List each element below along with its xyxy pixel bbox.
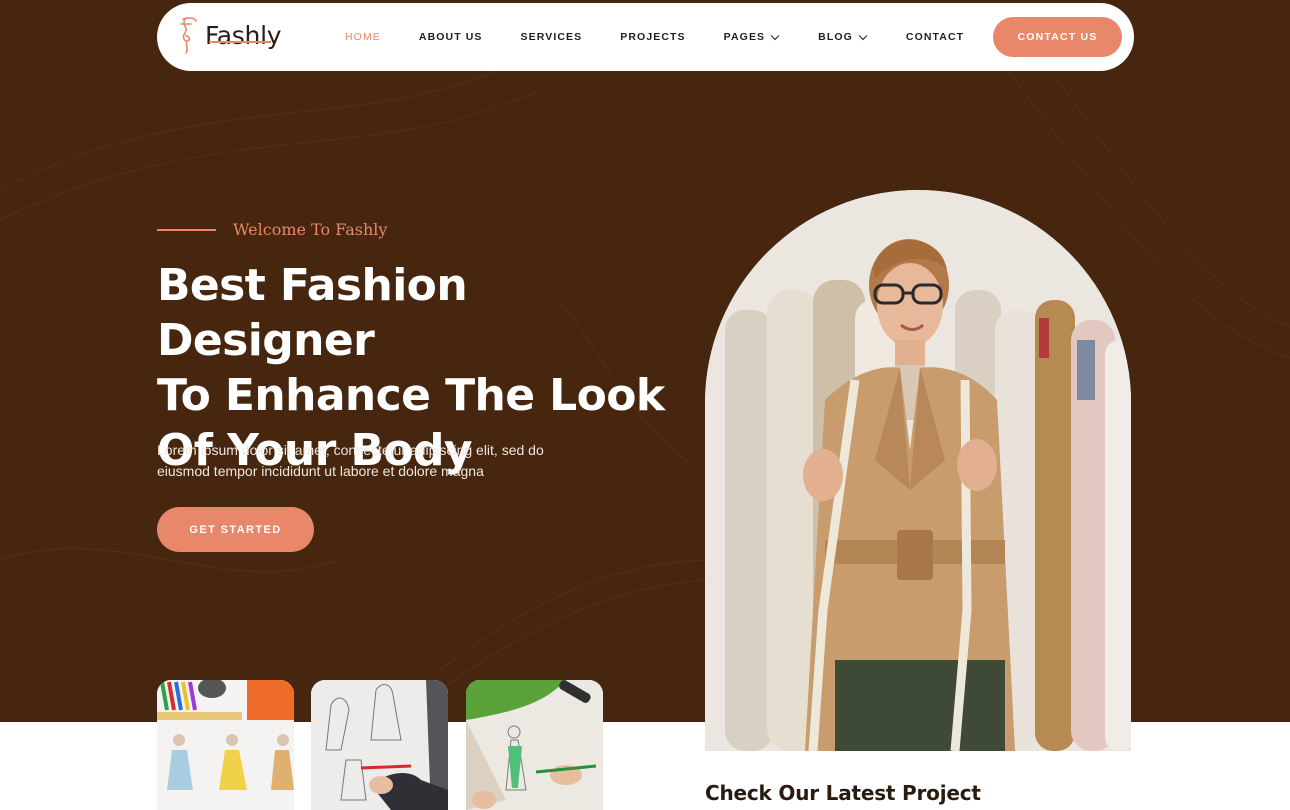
dress-form-logo-icon [180,17,197,54]
get-started-button[interactable]: GET STARTED [157,507,314,552]
headline-line-1: Best Fashion Designer [157,260,468,366]
designer-illustration [705,190,1131,751]
drawing-sketch-image [311,680,448,810]
nav-pages-label: PAGES [723,31,766,43]
nav-about-us[interactable]: ABOUT US [419,31,483,43]
top-navbar: Fashly HOME ABOUT US SERVICES PROJECTS P… [157,3,1134,71]
latest-project-title: Check Our Latest Project [705,781,981,805]
green-fabric-sketch-image [466,680,603,810]
project-thumbnail-3[interactable] [466,680,603,810]
nav-home[interactable]: HOME [345,31,381,43]
nav-about-label: ABOUT US [418,31,483,43]
nav-services[interactable]: SERVICES [521,31,583,43]
nav-projects-label: PROJECTS [620,31,686,43]
nav-blog[interactable]: BLOG [818,31,868,43]
nav-services-label: SERVICES [520,31,583,43]
hero-eyebrow: Welcome To Fashly [157,220,387,239]
brand-underline [209,41,271,43]
brand-logo[interactable]: Fashly [175,15,282,55]
hero-description: Lorem ipsum dolor sit amet, consectetur … [157,440,577,482]
nav-home-label: HOME [345,31,381,43]
brand-name: Fashly [205,20,282,50]
nav-pages[interactable]: PAGES [724,31,780,43]
project-thumbnail-1[interactable] [157,680,294,810]
nav-blog-label: BLOG [818,31,853,43]
hero-designer-photo [705,190,1131,751]
chevron-down-icon [770,34,780,40]
eyebrow-divider [157,228,216,231]
chevron-down-icon [858,34,868,40]
description-line-1: Lorem ipsum dolor sit amet, consectetur … [157,442,544,458]
description-line-2: eiusmod tempor incididunt ut labore et d… [157,463,484,479]
eyebrow-text: Welcome To Fashly [233,220,388,239]
nav-contact-label: CONTACT [905,31,965,43]
project-thumbnail-2[interactable] [311,680,448,810]
sketch-dresses-image [157,680,294,810]
main-menu: HOME ABOUT US SERVICES PROJECTS PAGES BL… [345,3,1002,71]
nav-projects[interactable]: PROJECTS [620,31,685,43]
nav-contact[interactable]: CONTACT [906,31,964,43]
headline-line-2: To Enhance The Look [157,370,665,421]
contact-us-button[interactable]: CONTACT US [993,17,1122,57]
